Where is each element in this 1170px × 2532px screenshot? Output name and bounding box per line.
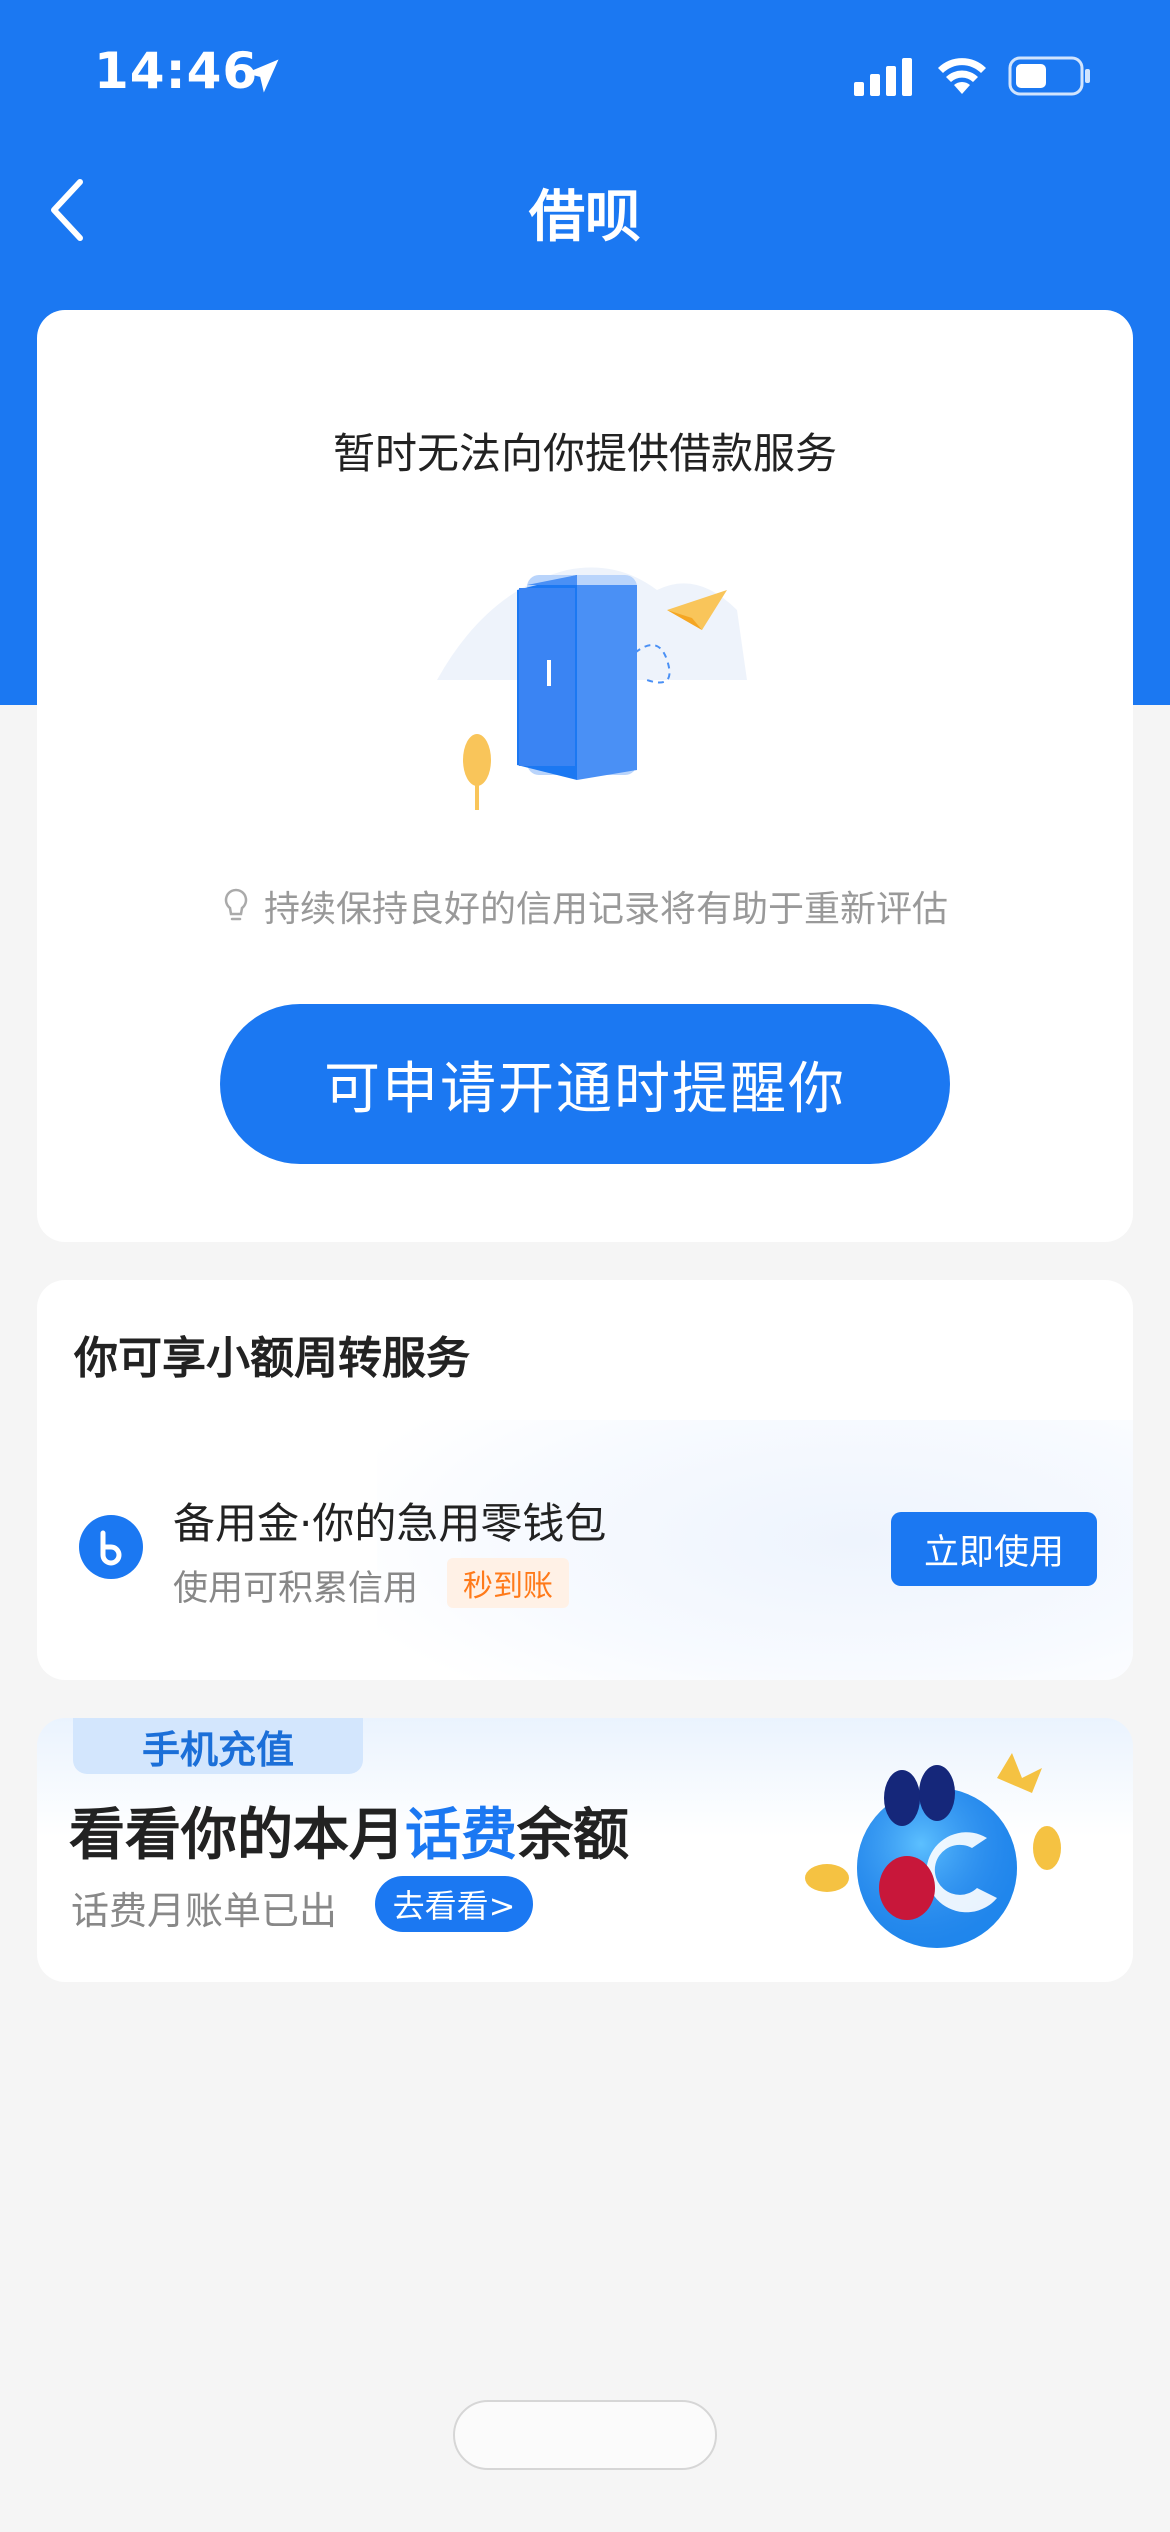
status-time: 14:46 (94, 42, 259, 100)
lightbulb-icon (224, 888, 248, 921)
promo-title-post: 余额 (517, 1803, 629, 1868)
promo-subtitle: 话费月账单已出 (71, 1889, 338, 1933)
promo-title-pre: 看看你的本月 (69, 1803, 405, 1868)
section-title: 你可享小额周转服务 (74, 1333, 470, 1384)
promo-tag: 手机充值 (73, 1718, 363, 1774)
tip-text: 持续保持良好的信用记录将有助于重新评估 (263, 889, 948, 930)
unavailable-card: 暂时无法向你提供借款服务 持续保持良好的信用记录将有助于重新评估 可申请开通时提… (37, 310, 1133, 1242)
tip-row: 持续保持良好的信用记录将有助于重新评估 (37, 880, 1133, 932)
location-arrow-icon (245, 59, 279, 93)
wifi-icon (938, 58, 986, 94)
phone-recharge-banner[interactable]: 手机充值 看看你的本月话费余额 话费月账单已出 去看看> (37, 1718, 1133, 1982)
small-loan-card: 你可享小额周转服务 备用金·你的急用零钱包 使用可积累信用 秒到账 立即使用 (37, 1280, 1133, 1680)
promo-title-highlight: 话费 (405, 1803, 517, 1868)
promo-title: 看看你的本月话费余额 (69, 1790, 629, 1871)
unavailable-message: 暂时无法向你提供借款服务 (332, 429, 837, 478)
service-description: 使用可积累信用 (173, 1569, 419, 1609)
signal-icon (854, 58, 912, 96)
service-name: 备用金·你的急用零钱包 (173, 1499, 607, 1548)
status-bar: 14:46 (0, 0, 1170, 150)
beiyongjin-logo-icon (79, 1515, 143, 1579)
use-now-button[interactable]: 立即使用 (891, 1512, 1097, 1586)
page: 14:46 借呗 暂时无法向你提供借款服务 持续保持良好的信用记录将有助于重新评… (0, 0, 1170, 2532)
go-look-button[interactable]: 去看看> (375, 1876, 533, 1932)
home-indicator[interactable] (453, 2400, 717, 2470)
notify-me-button[interactable]: 可申请开通时提醒你 (220, 1004, 950, 1164)
page-title: 借呗 (529, 185, 641, 250)
door-illustration (437, 567, 747, 810)
mascot-illustration (805, 1753, 1061, 1948)
instant-credit-badge: 秒到账 (447, 1558, 569, 1608)
battery-icon (1008, 56, 1090, 96)
